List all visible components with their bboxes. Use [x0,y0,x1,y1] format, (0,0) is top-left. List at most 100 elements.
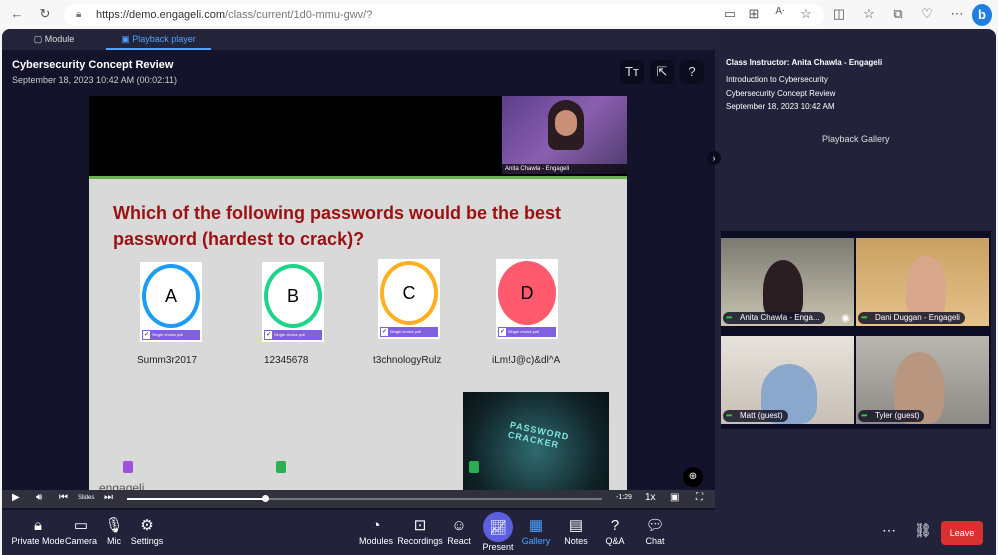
favorite-star-icon[interactable]: ☆ [797,6,815,22]
zoom-in-button[interactable]: ⊕ [683,467,703,487]
tool-label: Chat [645,536,665,546]
page-title: Cybersecurity Concept Review [12,59,174,71]
grid-icon: ▦ [528,517,544,534]
participant-video [906,256,946,320]
collections-icon[interactable]: ⧉ [889,6,907,22]
split-screen-icon[interactable]: ◫ [830,6,848,22]
play-button[interactable]: ▶ [12,492,20,503]
refresh-icon[interactable]: ↻ [36,6,54,22]
chart-marker-icon[interactable] [276,461,286,473]
participant-video [763,260,803,320]
recordings-button[interactable]: ⊡ Recordings [396,516,444,546]
popout-button[interactable]: ⇱ [650,60,674,84]
read-aloud-icon[interactable]: Aᐧ [771,6,789,17]
participant-name: Matt (guest) [723,410,788,422]
time-remaining: -1:29 [616,494,632,501]
option-c-text: t3chnologyRulz [373,355,442,366]
tab-module[interactable]: ▢ Module [2,29,106,50]
page-subtitle: September 18, 2023 10:42 AM (00:02:11) [12,75,177,85]
smile-icon: ☺ [451,517,467,534]
tool-label: Present [482,542,514,552]
option-b-text: 12345678 [264,355,309,366]
option-d-card: D Single choice poll [496,259,558,339]
tool-label: Camera [64,536,97,546]
bing-icon[interactable]: b [972,4,992,26]
qa-button[interactable]: ? Q&A [602,516,628,546]
participant-tile[interactable]: Anita Chawla - Enga... ◉ [721,238,854,326]
picture-in-picture-icon[interactable]: ▣ [670,492,679,503]
participant-name: Dani Duggan - Engageli [858,312,965,324]
browser-health-icon[interactable]: ♡ [918,6,936,22]
zoom-icon: ⊕ [688,471,698,482]
leave-button[interactable]: Leave [941,521,983,545]
recordings-icon: ⊡ [413,517,427,534]
chat-icon: 💬︎ [645,517,665,534]
chart-marker-icon[interactable] [469,461,479,473]
progress-slider[interactable] [127,495,602,502]
fullscreen-icon[interactable]: ⛶ [696,492,703,503]
bottom-toolbar: 🔒︎ Private Mode ▭ Camera 🎙︎ Mic ⚙ Settings ◔… [2,510,996,555]
tool-label: Notes [564,536,588,546]
option-letter: A [142,264,200,328]
notes-button[interactable]: ▤ Notes [562,516,590,546]
participant-tile[interactable]: Matt (guest) [721,336,854,424]
more-icon[interactable]: ⋯ [948,6,966,22]
camera-button[interactable]: ▭ Camera [64,516,98,546]
help-icon: ? [688,64,696,79]
tab-label: Playback player [132,34,196,44]
video-icon[interactable]: ▭ [721,6,739,22]
previous-slide-icon[interactable]: ⏮︎ [59,492,68,503]
gallery-button[interactable]: ▦ Gallery [520,516,552,546]
present-button[interactable]: 📈︎ Present [480,512,516,552]
address-bar[interactable]: 🔒︎ https://demo.engageli.com/class/curre… [64,4,824,26]
tool-label: Modules [358,536,394,546]
more-options-icon[interactable]: ⋯ [882,522,896,539]
present-icon: 📈︎ [483,512,513,542]
next-slide-icon[interactable]: ⏭︎ [104,492,113,503]
tool-label: Settings [130,536,164,546]
mic-button[interactable]: 🎙︎ Mic [102,516,126,546]
external-link-icon: ⇱ [656,64,668,79]
play-box-icon: ▣ [121,34,133,44]
option-d-text: iLm!J@c)&dl^A [492,355,561,366]
divider [89,176,627,179]
password-cracker-image: PASSWORD CRACKER [463,392,609,490]
lock-icon: 🔒︎ [34,517,42,534]
apps-icon[interactable]: ⊞ [745,6,763,22]
settings-button[interactable]: ⚙ Settings [129,516,165,546]
volume-icon[interactable]: 🔊︎ [36,492,42,503]
class-instructor: Class Instructor: Anita Chawla - Engagel… [726,58,883,67]
speed-button[interactable]: 1x [645,492,656,503]
option-letter: B [264,264,322,328]
text-size-button[interactable]: Tт [620,60,644,84]
private-mode-button[interactable]: 🔒︎ Private Mode [10,516,66,546]
slide: Anita Chawla - Engageli Which of the fol… [89,96,627,490]
progress-handle[interactable] [261,495,269,502]
option-letter: D [498,261,556,325]
poll-badge: Single choice poll [264,330,322,340]
session-name: Cybersecurity Concept Review [726,89,836,98]
chat-button[interactable]: 💬︎ Chat [642,516,668,546]
participant-tile[interactable]: Dani Duggan - Engageli [856,238,989,326]
document-marker-icon[interactable] [123,461,133,473]
app-window: ▢ Module ▣ Playback player Cybersecurity… [2,29,996,555]
favorites-icon[interactable]: ☆ [860,6,878,22]
tool-label: Gallery [521,536,551,546]
expand-panel-button[interactable]: › [707,151,721,165]
link-icon[interactable]: ⛓ [914,522,932,539]
gear-icon: ⚙ [140,517,154,534]
back-icon[interactable]: ← [8,6,26,21]
poll-badge: Single choice poll [380,327,438,337]
react-button[interactable]: ☺ React [445,516,473,546]
mic-icon: 🎙︎ [104,517,124,534]
tab-playback-player[interactable]: ▣ Playback player [106,29,211,50]
participant-name: Tyler (guest) [858,410,925,422]
right-panel: Class Instructor: Anita Chawla - Engagel… [707,50,996,510]
poll-badge: Single choice poll [498,327,556,337]
gallery-grid: Anita Chawla - Enga... ◉ Dani Duggan - E… [721,231,991,429]
modules-icon: ◔ [371,517,381,534]
text-size-icon: Tт [625,64,639,79]
help-button[interactable]: ? [680,60,704,84]
modules-button[interactable]: ◔ Modules [358,516,394,546]
participant-tile[interactable]: Tyler (guest) [856,336,989,424]
